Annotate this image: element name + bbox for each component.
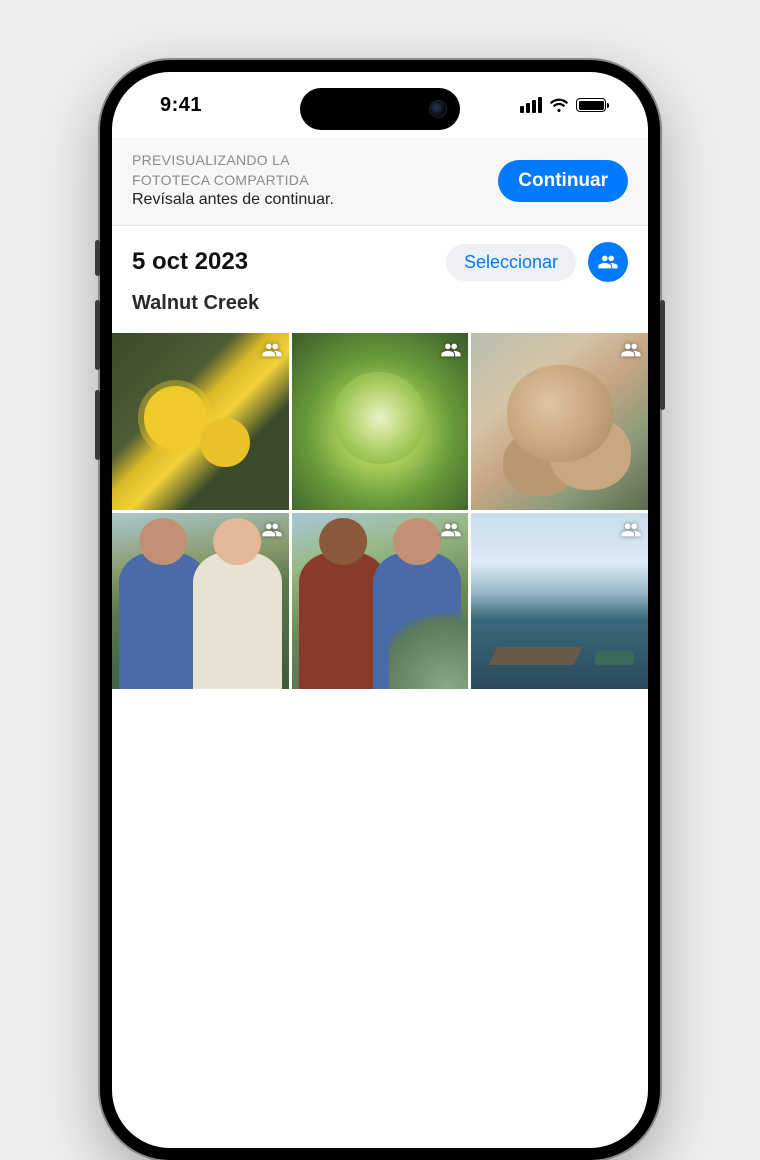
volume-up-button bbox=[95, 300, 100, 370]
power-button bbox=[660, 300, 665, 410]
shared-badge-icon bbox=[261, 519, 283, 541]
status-icons bbox=[520, 97, 606, 113]
volume-down-button bbox=[95, 390, 100, 460]
banner-text: PREVISUALIZANDO LA FOTOTECA COMPARTIDA R… bbox=[132, 152, 334, 209]
cellular-signal-icon bbox=[520, 97, 542, 113]
preview-banner: PREVISUALIZANDO LA FOTOTECA COMPARTIDA R… bbox=[112, 138, 648, 226]
photo-thumbnail[interactable] bbox=[471, 333, 648, 510]
wifi-icon bbox=[549, 97, 569, 113]
screen: 9:41 PREVISUALIZANDO LA FOTOTECA COMPART… bbox=[112, 72, 648, 1148]
photo-thumbnail[interactable] bbox=[292, 513, 469, 690]
dynamic-island bbox=[300, 88, 460, 130]
front-camera bbox=[430, 101, 446, 117]
shared-badge-icon bbox=[620, 519, 642, 541]
photo-thumbnail[interactable] bbox=[292, 333, 469, 510]
section-date: 5 oct 2023 bbox=[132, 248, 248, 276]
shared-badge-icon bbox=[440, 519, 462, 541]
banner-subtitle: Revísala antes de continuar. bbox=[132, 191, 334, 209]
photo-thumbnail[interactable] bbox=[112, 333, 289, 510]
section-header: 5 oct 2023 Seleccionar Walnut Creek bbox=[112, 226, 648, 333]
silent-switch bbox=[95, 240, 100, 276]
battery-icon bbox=[576, 98, 606, 112]
banner-title-line2: FOTOTECA COMPARTIDA bbox=[132, 172, 334, 190]
shared-people-button[interactable] bbox=[588, 242, 628, 282]
banner-title-line1: PREVISUALIZANDO LA bbox=[132, 152, 334, 170]
photo-grid bbox=[112, 333, 648, 689]
shared-badge-icon bbox=[261, 339, 283, 361]
shared-badge-icon bbox=[620, 339, 642, 361]
iphone-device-frame: 9:41 PREVISUALIZANDO LA FOTOTECA COMPART… bbox=[100, 60, 660, 1160]
status-time: 9:41 bbox=[160, 94, 202, 117]
shared-badge-icon bbox=[440, 339, 462, 361]
continue-button[interactable]: Continuar bbox=[498, 160, 628, 202]
photo-thumbnail[interactable] bbox=[112, 513, 289, 690]
photo-thumbnail[interactable] bbox=[471, 513, 648, 690]
select-button[interactable]: Seleccionar bbox=[446, 244, 576, 281]
people-icon bbox=[597, 251, 619, 273]
section-location: Walnut Creek bbox=[132, 292, 628, 315]
